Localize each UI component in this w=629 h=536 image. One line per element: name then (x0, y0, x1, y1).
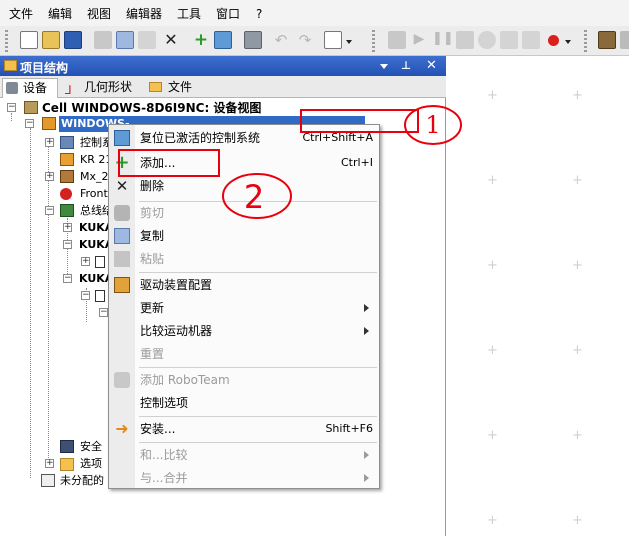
annotation-number-1: 1 (425, 111, 440, 139)
annotation-box-1 (300, 109, 419, 133)
annotation-layer: 1 2 (118, 105, 462, 219)
annotation-box-2 (118, 149, 220, 177)
annotation-number-2: 2 (244, 178, 264, 216)
